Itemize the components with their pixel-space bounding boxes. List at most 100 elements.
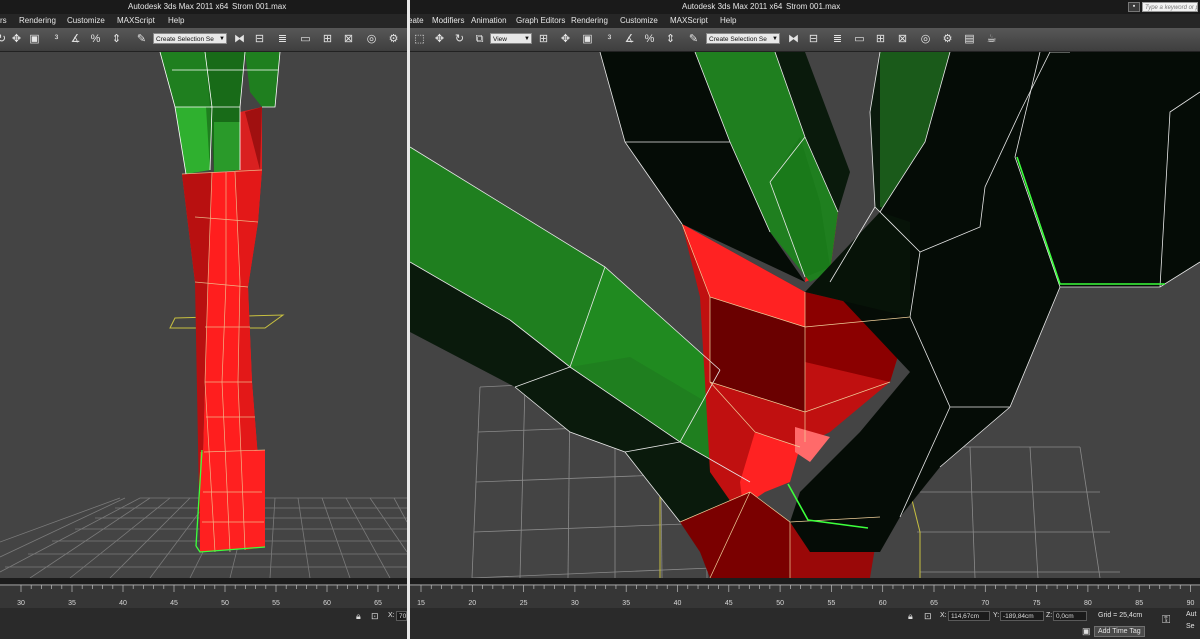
ruler-tick-label: 40 xyxy=(119,600,127,607)
move-icon[interactable]: ✥ xyxy=(9,32,24,47)
align-icon[interactable]: ⊟ xyxy=(806,32,821,47)
ruler-tick-label: 65 xyxy=(930,600,938,607)
align-icon[interactable]: ⊟ xyxy=(252,32,267,47)
material-editor-icon[interactable]: ◎ xyxy=(918,32,933,47)
percent-snap-icon[interactable]: % xyxy=(642,32,657,47)
menu-item-modifiers[interactable]: Modifiers xyxy=(432,14,464,28)
menu-item-customize[interactable]: Customize xyxy=(67,14,105,28)
x-coordinate-field[interactable]: 70 xyxy=(396,611,407,621)
ruler-tick-label: 70 xyxy=(981,600,989,607)
layer-icon[interactable]: ≣ xyxy=(830,32,845,47)
rendered-frame-window-icon[interactable]: ▤ xyxy=(962,32,977,47)
menu-item-create-partial[interactable]: eate xyxy=(410,14,424,28)
schematic-icon[interactable]: ⊠ xyxy=(895,32,910,47)
ruler-ticks-left: 30 35 40 45 50 55 60 65 xyxy=(0,584,407,607)
title-bar: Autodesk 3ds Max 2011 x64 Strom 001.max … xyxy=(410,0,1200,14)
ruler-tick-label: 35 xyxy=(622,600,630,607)
move-icon[interactable]: ✥ xyxy=(432,32,447,47)
percent-snap-icon[interactable]: % xyxy=(88,32,103,47)
ruler-tick-label: 80 xyxy=(1084,600,1092,607)
edit-named-selection-icon[interactable]: ✎ xyxy=(686,32,701,47)
file-title: Strom 001.max xyxy=(232,2,287,11)
ruler-tick-label: 55 xyxy=(272,600,280,607)
menu-item-maxscript[interactable]: MAXScript xyxy=(117,14,155,28)
graphite-icon[interactable]: ▭ xyxy=(852,32,867,47)
pivot-center-icon[interactable]: ⊞ xyxy=(536,32,551,47)
perspective-viewport-left[interactable] xyxy=(0,52,407,578)
lock-icon[interactable]: 🔒︎ xyxy=(356,611,361,621)
app-title: Autodesk 3ds Max 2011 x64 xyxy=(128,2,229,11)
menu-item-help[interactable]: Help xyxy=(168,14,184,28)
chevron-down-icon: ▼ xyxy=(219,36,225,42)
timeline-ruler[interactable]: 30 35 40 45 50 55 60 65 xyxy=(0,584,407,608)
view-dropdown-text: View xyxy=(493,36,507,43)
scale-icon[interactable]: ⧉ xyxy=(472,32,487,47)
ruler-tick-label: 45 xyxy=(170,600,178,607)
menu-item-create-partial[interactable]: rs xyxy=(0,14,7,28)
angle-snap-icon[interactable]: ∡ xyxy=(68,32,83,47)
graphite-icon[interactable]: ▭ xyxy=(298,32,313,47)
render-setup-icon[interactable]: ⚙ xyxy=(386,32,401,47)
render-frame-icon[interactable]: ▣ xyxy=(27,32,42,47)
menu-bar: eate Modifiers Animation Graph Editors R… xyxy=(410,14,1200,28)
named-selection-dropdown[interactable]: Create Selection Se ▼ xyxy=(706,33,780,44)
ruler-tick-label: 90 xyxy=(1187,600,1195,607)
menu-item-maxscript[interactable]: MAXScript xyxy=(670,14,708,28)
ruler-tick-label: 45 xyxy=(725,600,733,607)
lock-icon[interactable]: 🔒︎ xyxy=(908,611,913,621)
spinner-snap-icon[interactable]: ⇕ xyxy=(663,32,678,47)
left-3dsmax-window: Autodesk 3ds Max 2011 x64 Strom 001.max … xyxy=(0,0,407,639)
z-coordinate-field[interactable]: 0,0cm xyxy=(1053,611,1087,621)
named-selection-dropdown[interactable]: Create Selection Se ▼ xyxy=(153,33,227,44)
ruler-tick-label: 15 xyxy=(417,600,425,607)
render-icon[interactable]: ☕︎ xyxy=(984,32,999,47)
schematic-icon[interactable]: ⊠ xyxy=(341,32,356,47)
x-label: X: xyxy=(388,612,395,619)
chevron-down-icon: ▼ xyxy=(772,36,778,42)
main-toolbar: ⬚ ✥ ↻ ⧉ View ▼ ⊞ ✥ ▣ ³ ∡ % ⇕ ✎ Create Sel… xyxy=(410,28,1200,52)
edit-named-selection-icon[interactable]: ✎ xyxy=(134,32,149,47)
y-coordinate-field[interactable]: -189,84cm xyxy=(1000,611,1044,621)
rotate-icon[interactable]: ↻ xyxy=(0,32,9,47)
app-title: Autodesk 3ds Max 2011 x64 xyxy=(682,2,783,11)
spinner-snap-icon[interactable]: ⇕ xyxy=(109,32,124,47)
curve-editor-icon[interactable]: ⊞ xyxy=(320,32,335,47)
layer-icon[interactable]: ≣ xyxy=(275,32,290,47)
render-frame-icon[interactable]: ▣ xyxy=(580,32,595,47)
menu-item-help[interactable]: Help xyxy=(720,14,736,28)
x-coordinate-field[interactable]: 114,67cm xyxy=(948,611,990,621)
move-icon[interactable]: ✥ xyxy=(558,32,573,47)
timeline-ruler[interactable]: 15 20 25 30 35 40 45 50 55 60 65 70 75 80 85 90 xyxy=(410,584,1200,608)
absolute-mode-icon[interactable]: ⊡ xyxy=(371,611,379,621)
info-center-icon[interactable]: ▪ xyxy=(1128,2,1140,12)
snap-icon[interactable]: ³ xyxy=(602,32,617,47)
render-setup-icon[interactable]: ⚙ xyxy=(940,32,955,47)
curve-editor-icon[interactable]: ⊞ xyxy=(873,32,888,47)
menu-item-rendering[interactable]: Rendering xyxy=(19,14,56,28)
perspective-viewport-right[interactable] xyxy=(410,52,1200,578)
set-key-button[interactable]: Se xyxy=(1186,622,1195,632)
chevron-down-icon: ▼ xyxy=(524,36,530,42)
mirror-icon[interactable]: ⧓ xyxy=(232,32,247,47)
ruler-tick-label: 60 xyxy=(323,600,331,607)
angle-snap-icon[interactable]: ∡ xyxy=(622,32,637,47)
select-region-icon[interactable]: ⬚ xyxy=(412,32,427,47)
menu-item-customize[interactable]: Customize xyxy=(620,14,658,28)
search-input[interactable]: Type a keyword or phrase xyxy=(1142,2,1198,12)
menu-item-graph-editors[interactable]: Graph Editors xyxy=(516,14,565,28)
menu-item-rendering[interactable]: Rendering xyxy=(571,14,608,28)
key-icon[interactable]: ⚿ xyxy=(1162,615,1170,626)
tree-mesh-right xyxy=(410,52,1200,578)
reference-coordinate-dropdown[interactable]: View ▼ xyxy=(490,33,532,44)
material-editor-icon[interactable]: ◎ xyxy=(364,32,379,47)
time-tag-icon: ▣ xyxy=(1082,626,1091,636)
rotate-icon[interactable]: ↻ xyxy=(452,32,467,47)
add-time-tag-button[interactable]: Add Time Tag xyxy=(1094,626,1145,637)
z-label: Z: xyxy=(1046,612,1053,619)
menu-item-animation[interactable]: Animation xyxy=(471,14,507,28)
absolute-mode-icon[interactable]: ⊡ xyxy=(924,611,932,621)
auto-key-button[interactable]: Aut xyxy=(1186,610,1197,620)
mirror-icon[interactable]: ⧓ xyxy=(786,32,801,47)
ruler-tick-label: 20 xyxy=(468,600,476,607)
snap-icon[interactable]: ³ xyxy=(49,32,64,47)
